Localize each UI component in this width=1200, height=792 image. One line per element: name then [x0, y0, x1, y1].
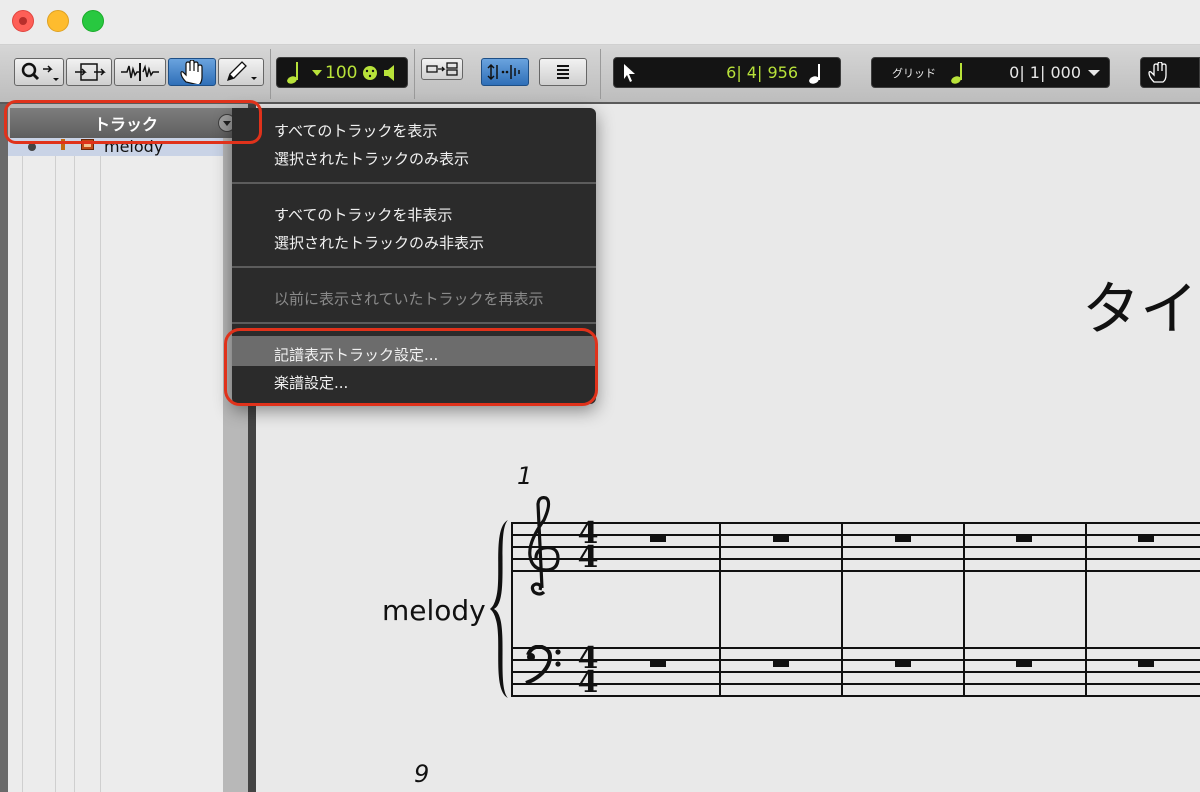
menu-item-hide-selected-tracks[interactable]: 選択されたトラックのみ非表示	[274, 232, 484, 253]
menu-item-restore-previous-tracks: 以前に表示されていたトラックを再表示	[274, 290, 544, 308]
cursor-arrow-icon	[624, 63, 635, 82]
column-divider	[74, 144, 75, 792]
link-button[interactable]	[421, 58, 463, 80]
menu-item-show-all-tracks[interactable]: すべてのトラックを表示	[274, 120, 437, 141]
column-divider	[22, 144, 23, 792]
nudge-display[interactable]	[1140, 57, 1200, 88]
whole-rest	[1138, 660, 1154, 667]
toolbar-separator	[600, 49, 601, 99]
main-counter-display[interactable]: 6| 4| 956	[613, 57, 841, 88]
nudge-icon	[487, 63, 520, 81]
toolbar: 100 6| 4| 956 グリッド 0| 1| 000	[0, 45, 1200, 104]
grabber-tool-icon	[180, 60, 203, 84]
pencil-tool-icon	[226, 61, 257, 82]
midi-input-icon	[363, 65, 378, 80]
grand-staff-brace	[490, 520, 508, 698]
panel-edge-strip	[0, 104, 8, 792]
list-icon	[557, 65, 569, 79]
zoom-window-button[interactable]	[82, 10, 104, 32]
instrument-name: melody	[382, 594, 486, 627]
nudge-mode-button[interactable]	[481, 58, 529, 86]
whole-rest	[1138, 535, 1154, 542]
trim-tool-button[interactable]	[66, 58, 112, 86]
counter-value: 6| 4| 956	[726, 63, 798, 82]
link-selection-icon	[426, 62, 458, 76]
score-title: タイ	[1082, 275, 1199, 343]
whole-rest	[773, 660, 789, 667]
whole-rest	[1016, 535, 1032, 542]
whole-rest	[650, 535, 666, 542]
grid-label: グリッド	[892, 66, 936, 80]
quarter-note-icon	[287, 61, 298, 84]
quarter-note-icon	[951, 62, 962, 84]
quarter-note-icon	[809, 63, 820, 84]
measure-number: 9	[414, 760, 430, 788]
highlight-outline	[224, 328, 598, 406]
staff-line	[512, 659, 1200, 661]
toolbar-separator	[270, 49, 271, 99]
close-window-button[interactable]	[12, 10, 34, 32]
staff-line	[512, 522, 1200, 524]
barline	[1085, 522, 1087, 697]
time-signature-denominator: 4	[577, 540, 599, 575]
track-list-panel	[0, 104, 248, 792]
whole-rest	[895, 535, 911, 542]
menu-separator	[232, 182, 596, 184]
whole-rest	[650, 660, 666, 667]
dropdown-arrow-icon	[312, 69, 322, 76]
staff-line	[512, 534, 1200, 536]
staff-line	[512, 558, 1200, 560]
hand-icon	[1148, 61, 1167, 83]
track-active-indicator	[28, 143, 36, 151]
zoom-tool-icon	[21, 62, 59, 81]
grid-value: 0| 1| 000	[1009, 63, 1081, 82]
menu-item-hide-all-tracks[interactable]: すべてのトラックを非表示	[274, 204, 452, 225]
select-tool-button[interactable]	[114, 58, 166, 86]
staff-line	[512, 671, 1200, 673]
track-list	[8, 144, 223, 792]
treble-clef-icon	[528, 496, 560, 596]
staff-line	[512, 647, 1200, 649]
dropdown-arrow-icon	[1088, 69, 1100, 76]
whole-rest	[1016, 660, 1032, 667]
column-divider	[100, 144, 101, 792]
staff-line	[512, 570, 1200, 572]
menu-separator	[232, 266, 596, 268]
score-view-button[interactable]	[539, 58, 587, 86]
measure-number: 1	[517, 462, 533, 490]
menu-item-show-selected-tracks[interactable]: 選択されたトラックのみ表示	[274, 148, 469, 169]
staff-line	[512, 546, 1200, 548]
whole-rest	[895, 660, 911, 667]
highlight-outline	[4, 100, 262, 144]
staff-line	[512, 695, 1200, 697]
column-divider	[55, 144, 56, 792]
select-tool-icon	[121, 63, 159, 81]
toolbar-separator	[414, 49, 415, 99]
window-titlebar	[0, 0, 1200, 45]
grabber-tool-button[interactable]	[168, 58, 216, 86]
speaker-icon	[384, 64, 395, 81]
menu-separator	[232, 322, 596, 324]
tempo-value: 100	[325, 62, 358, 83]
barline	[841, 522, 843, 697]
time-signature-denominator: 4	[577, 665, 599, 700]
trim-tool-icon	[75, 63, 106, 81]
barline	[719, 522, 721, 697]
grid-display[interactable]: グリッド 0| 1| 000	[871, 57, 1110, 88]
minimize-window-button[interactable]	[47, 10, 69, 32]
zoom-tool-button[interactable]	[14, 58, 64, 86]
whole-rest	[773, 535, 789, 542]
barline	[963, 522, 965, 697]
staff-line	[512, 683, 1200, 685]
bass-clef-icon	[525, 645, 561, 685]
pencil-tool-button[interactable]	[218, 58, 264, 86]
tempo-display[interactable]: 100	[276, 57, 408, 88]
